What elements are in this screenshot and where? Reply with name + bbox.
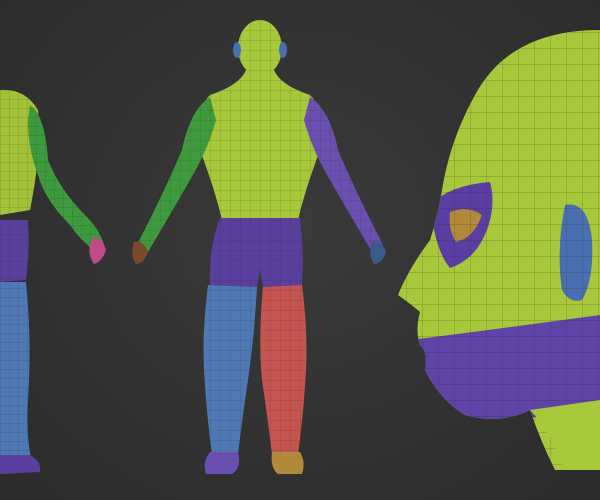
side-figure-icon bbox=[0, 89, 106, 474]
back-view-body bbox=[120, 0, 400, 500]
head-profile bbox=[390, 0, 600, 500]
viewport bbox=[0, 0, 600, 500]
head-profile-icon bbox=[398, 30, 600, 470]
side-view-body bbox=[0, 0, 120, 500]
back-figure-icon bbox=[132, 20, 386, 474]
